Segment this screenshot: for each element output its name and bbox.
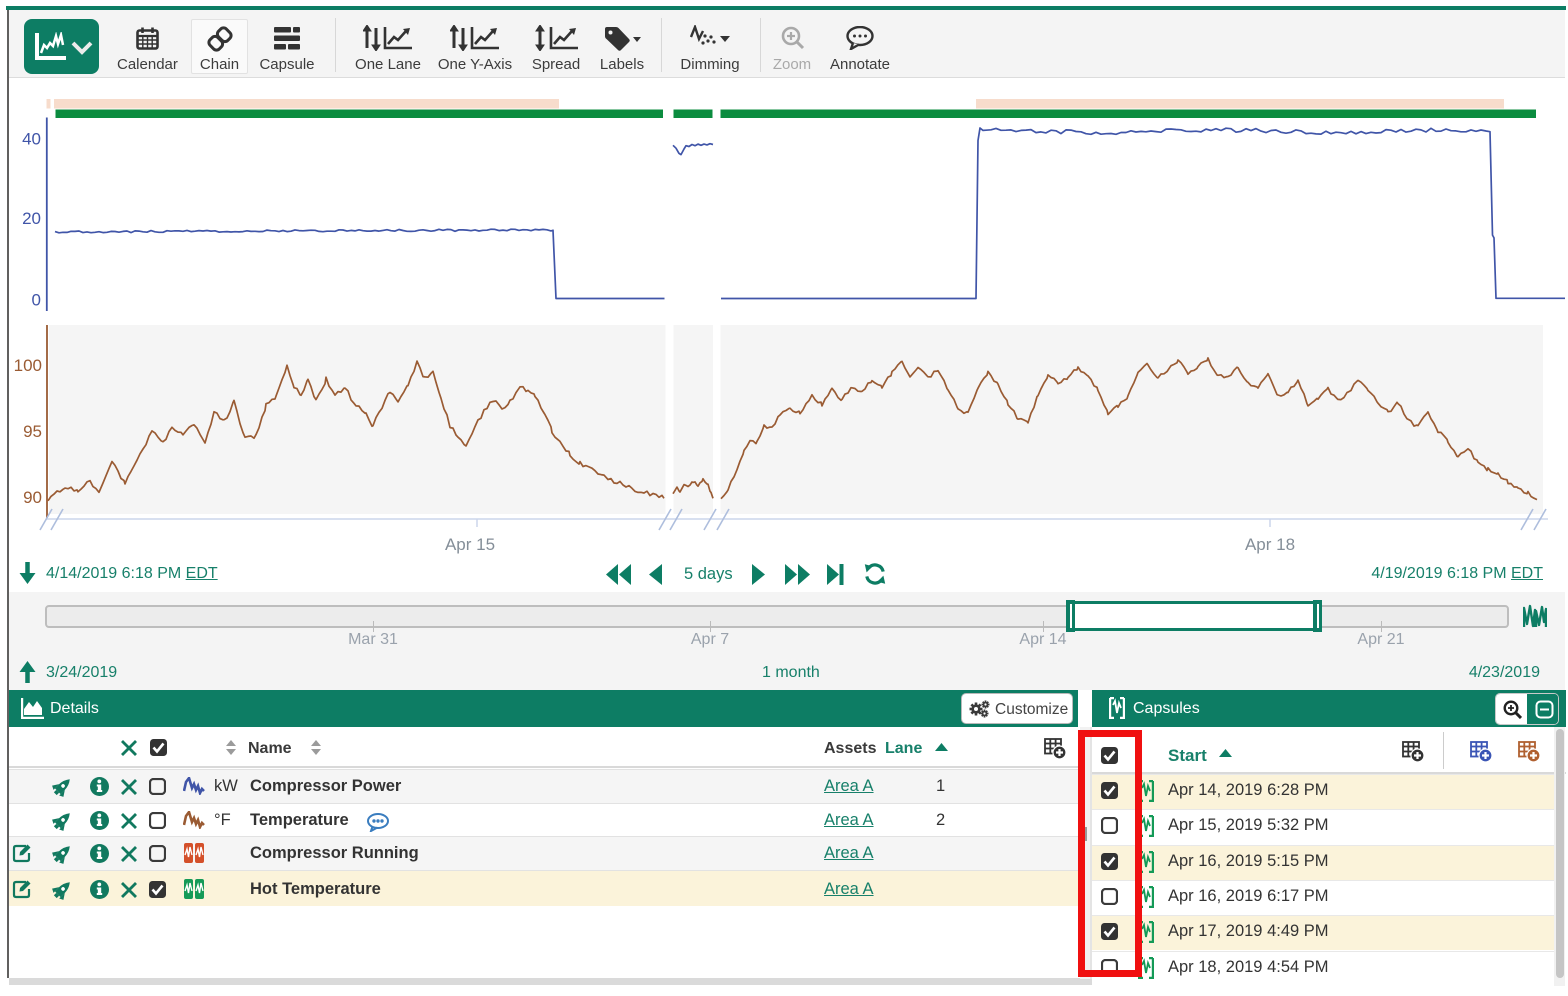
svg-text:95: 95 xyxy=(23,422,42,441)
svg-text:Apr 15: Apr 15 xyxy=(445,535,495,554)
svg-text:20: 20 xyxy=(22,209,41,228)
svg-text:40: 40 xyxy=(22,130,41,149)
svg-text:Apr 18: Apr 18 xyxy=(1245,535,1295,554)
svg-text:100: 100 xyxy=(14,356,42,375)
svg-text:0: 0 xyxy=(32,291,41,310)
svg-text:90: 90 xyxy=(23,488,42,507)
